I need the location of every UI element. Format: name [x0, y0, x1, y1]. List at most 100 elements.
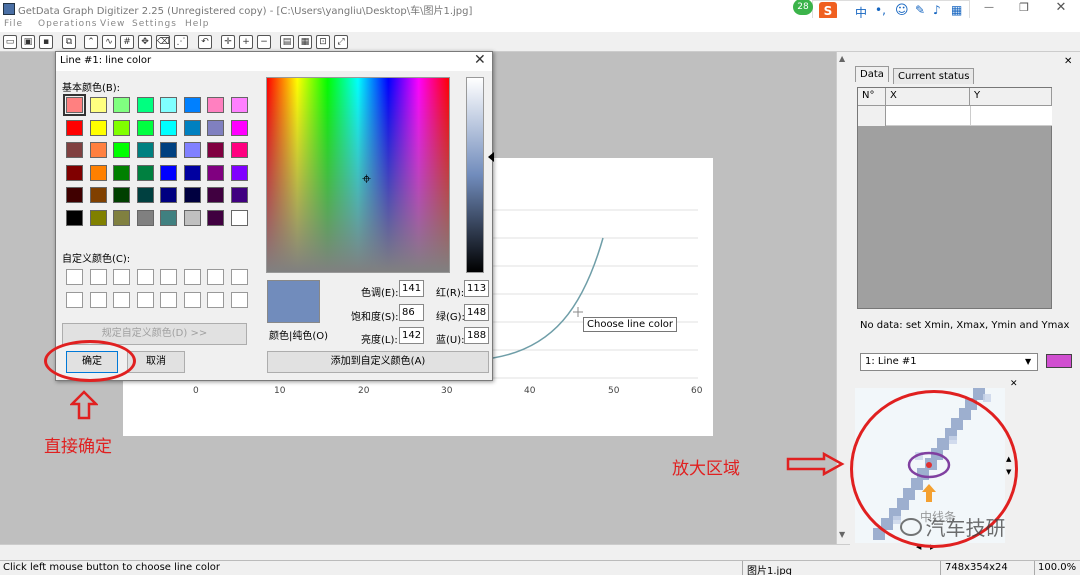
- custom-color-swatch[interactable]: [89, 292, 107, 308]
- line-color-swatch[interactable]: [1046, 354, 1072, 368]
- custom-color-swatch[interactable]: [136, 292, 154, 308]
- basic-color-swatch[interactable]: [207, 119, 224, 136]
- grid-icon[interactable]: ▦: [298, 35, 312, 49]
- custom-color-swatch[interactable]: [230, 269, 248, 285]
- move-icon[interactable]: ✥: [138, 35, 152, 49]
- custom-color-swatch[interactable]: [183, 292, 201, 308]
- basic-color-swatch[interactable]: [89, 142, 107, 158]
- basic-color-swatch[interactable]: [89, 97, 107, 113]
- basic-color-swatch[interactable]: [136, 97, 154, 113]
- scan-icon[interactable]: ▣: [21, 35, 35, 49]
- blue-input[interactable]: 188: [464, 327, 489, 344]
- basic-color-swatch[interactable]: [66, 164, 83, 181]
- pen-icon[interactable]: ✎: [915, 3, 925, 17]
- basic-color-swatch[interactable]: [66, 187, 83, 203]
- custom-color-swatch[interactable]: [207, 292, 224, 308]
- basic-color-swatch[interactable]: [160, 164, 177, 181]
- copy-icon[interactable]: ⧉: [62, 35, 76, 49]
- column-header-n[interactable]: N°: [858, 88, 886, 106]
- grid-icon[interactable]: ▦: [951, 3, 962, 17]
- basic-color-swatch[interactable]: [230, 187, 248, 203]
- basic-color-swatch[interactable]: [66, 142, 83, 158]
- basic-color-swatch[interactable]: [160, 97, 177, 113]
- custom-color-swatch[interactable]: [230, 292, 248, 308]
- basic-color-swatch[interactable]: [136, 209, 154, 226]
- menu-view[interactable]: View: [100, 19, 125, 29]
- horizontal-scrollbar[interactable]: [0, 544, 850, 560]
- basic-color-swatch[interactable]: [113, 164, 130, 181]
- menu-file[interactable]: File: [4, 19, 23, 29]
- basic-color-swatch[interactable]: [63, 94, 86, 116]
- open-icon[interactable]: ▭: [3, 35, 17, 49]
- tab-current-status[interactable]: Current status: [893, 68, 975, 84]
- emoji-icon[interactable]: ☺: [895, 3, 909, 18]
- panel-close-icon[interactable]: ✕: [1064, 56, 1072, 67]
- close-icon[interactable]: ✕: [474, 52, 486, 68]
- basic-color-swatch[interactable]: [230, 97, 248, 113]
- basic-color-swatch[interactable]: [230, 142, 248, 158]
- zoom-close-icon[interactable]: ✕: [1010, 379, 1018, 389]
- add-to-custom-colors-button[interactable]: 添加到自定义颜色(A): [267, 351, 489, 373]
- chevron-down-icon[interactable]: ▼: [1025, 357, 1031, 366]
- basic-color-swatch[interactable]: [183, 209, 201, 226]
- basic-color-swatch[interactable]: [113, 187, 130, 203]
- image-icon[interactable]: ▤: [280, 35, 294, 49]
- basic-color-swatch[interactable]: [230, 209, 248, 226]
- basic-color-swatch[interactable]: [183, 97, 201, 113]
- basic-color-swatch[interactable]: [183, 142, 201, 158]
- basic-color-swatch[interactable]: [136, 187, 154, 203]
- basic-color-swatch[interactable]: [230, 119, 248, 136]
- basic-color-swatch[interactable]: [113, 209, 130, 226]
- custom-color-swatch[interactable]: [89, 269, 107, 285]
- basic-color-swatch[interactable]: [183, 119, 201, 136]
- minimize-icon[interactable]: —: [975, 2, 1003, 13]
- basic-color-swatch[interactable]: [89, 164, 107, 181]
- save-icon[interactable]: ▪: [39, 35, 53, 49]
- scroll-up-icon[interactable]: ▲: [839, 54, 845, 63]
- color-spectrum[interactable]: ⌖: [266, 77, 450, 273]
- luminance-input[interactable]: 142: [399, 327, 424, 344]
- grid-capture-icon[interactable]: #: [120, 35, 134, 49]
- zoom-out-icon[interactable]: −: [257, 35, 271, 49]
- basic-color-swatch[interactable]: [160, 187, 177, 203]
- basic-color-swatch[interactable]: [136, 119, 154, 136]
- scroll-down-icon[interactable]: ▼: [839, 530, 845, 539]
- basic-color-swatch[interactable]: [207, 142, 224, 158]
- basic-color-swatch[interactable]: [136, 164, 154, 181]
- basic-color-swatch[interactable]: [89, 187, 107, 203]
- basic-color-swatch[interactable]: [207, 164, 224, 181]
- menu-help[interactable]: Help: [185, 19, 210, 29]
- red-input[interactable]: 113: [464, 280, 489, 297]
- tab-data[interactable]: Data: [855, 66, 889, 82]
- undo-icon[interactable]: ↶: [198, 35, 212, 49]
- custom-color-swatch[interactable]: [66, 292, 83, 308]
- basic-color-swatch[interactable]: [66, 209, 83, 226]
- microphone-icon[interactable]: ♪: [933, 3, 941, 17]
- menu-settings[interactable]: Settings: [132, 19, 177, 29]
- hue-input[interactable]: 141: [399, 280, 424, 297]
- basic-color-swatch[interactable]: [160, 209, 177, 226]
- custom-color-swatch[interactable]: [136, 269, 154, 285]
- basic-color-swatch[interactable]: [113, 119, 130, 136]
- punctuation-icon[interactable]: •,: [875, 3, 886, 17]
- line-capture-icon[interactable]: ∿: [102, 35, 116, 49]
- slider-arrow-icon[interactable]: [488, 152, 494, 162]
- basic-color-swatch[interactable]: [89, 209, 107, 226]
- basic-color-swatch[interactable]: [113, 142, 130, 158]
- green-input[interactable]: 148: [464, 304, 489, 321]
- basic-color-swatch[interactable]: [89, 119, 107, 136]
- eraser-icon[interactable]: ⌫: [156, 35, 170, 49]
- basic-color-swatch[interactable]: [183, 187, 201, 203]
- basic-color-swatch[interactable]: [207, 97, 224, 113]
- pan-icon[interactable]: ✛: [221, 35, 235, 49]
- close-icon[interactable]: ✕: [1047, 0, 1075, 15]
- zoom-in-icon[interactable]: +: [239, 35, 253, 49]
- basic-color-swatch[interactable]: [160, 142, 177, 158]
- point-capture-icon[interactable]: ⌃: [84, 35, 98, 49]
- table-row[interactable]: [858, 106, 1052, 126]
- luminance-slider[interactable]: [466, 77, 484, 273]
- custom-color-swatch[interactable]: [66, 269, 83, 285]
- line-select[interactable]: 1: Line #1 ▼: [860, 353, 1038, 371]
- basic-color-swatch[interactable]: [230, 164, 248, 181]
- custom-color-swatch[interactable]: [113, 292, 130, 308]
